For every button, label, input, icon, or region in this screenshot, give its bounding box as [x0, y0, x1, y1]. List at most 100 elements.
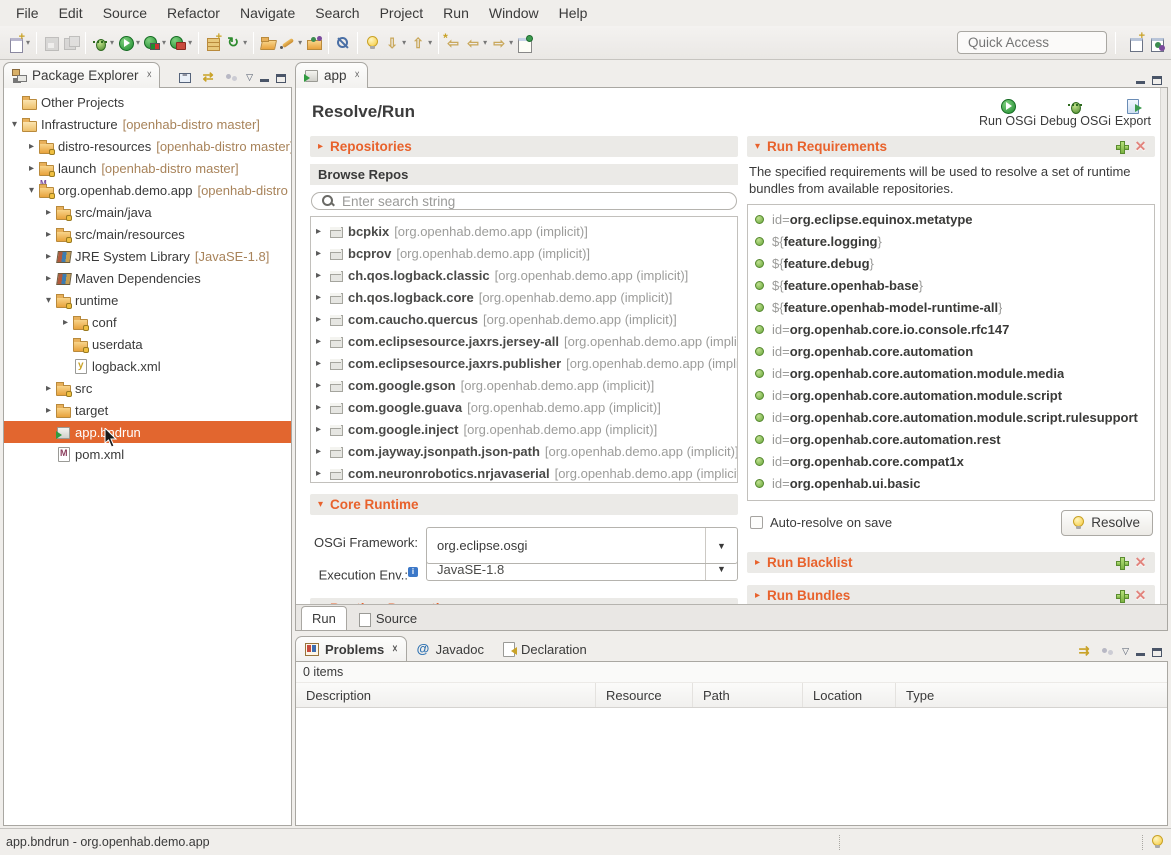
chevron-right-icon[interactable]: ▸	[755, 557, 760, 568]
minimize-icon[interactable]	[1136, 81, 1145, 84]
tree-item-launch[interactable]: ▸launch[openhab-distro master]	[4, 157, 291, 179]
menu-run[interactable]: Run	[433, 1, 479, 25]
column-location[interactable]: Location	[803, 683, 896, 707]
tree-item-distro-resources[interactable]: ▸distro-resources[openhab-distro master]	[4, 135, 291, 157]
debug-button[interactable]: ▾	[90, 33, 116, 53]
run-dropdown[interactable]: ▾	[136, 38, 140, 47]
chevron-right-icon[interactable]: ▸	[755, 590, 760, 601]
section-run-requirements[interactable]: ▾ Run Requirements ✕	[747, 136, 1155, 157]
tree-collapsed-twisty[interactable]: ▸	[316, 380, 328, 391]
view-menu-icon[interactable]: ▽	[1122, 643, 1129, 659]
debug-dropdown[interactable]: ▾	[110, 38, 114, 47]
tree-collapsed-twisty[interactable]: ▸	[42, 405, 55, 416]
add-bundle-icon[interactable]	[1115, 589, 1128, 602]
tree-item-userdata[interactable]: userdata	[4, 333, 291, 355]
menu-edit[interactable]: Edit	[49, 1, 93, 25]
tree-item-other-projects[interactable]: Other Projects	[4, 91, 291, 113]
pin-editor-button[interactable]	[515, 33, 535, 53]
run-button[interactable]: ▾	[116, 33, 142, 53]
repo-item-com-google-inject[interactable]: ▸com.google.inject[org.openhab.demo.app …	[311, 418, 737, 440]
release-workspace-dropdown[interactable]: ▾	[243, 38, 247, 47]
menu-search[interactable]: Search	[305, 1, 369, 25]
requirement-org-openhab-ui-paper[interactable]: id=org.openhab.ui.paper	[755, 495, 1154, 501]
tree-item-app-bndrun[interactable]: app.bndrun	[4, 421, 291, 443]
content-assist-button[interactable]	[362, 33, 382, 53]
tree-item-infrastructure[interactable]: ▾Infrastructure[openhab-distro master]	[4, 113, 291, 135]
requirement-org-openhab-ui-basic[interactable]: id=org.openhab.ui.basic	[755, 473, 1154, 495]
tree-item-jre-system-library[interactable]: ▸JRE System Library[JavaSE-1.8]	[4, 245, 291, 267]
section-core-runtime[interactable]: ▾ Core Runtime	[310, 494, 738, 515]
new-wizard-dropdown[interactable]: ▾	[26, 38, 30, 47]
requirement-feature-openhab-model-runtime-all[interactable]: ${feature.openhab-model-runtime-all}	[755, 297, 1154, 319]
coverage-button[interactable]: ▾	[142, 33, 168, 53]
tree-collapsed-twisty[interactable]: ▸	[42, 273, 55, 284]
forward-button[interactable]: ⇨▾	[489, 33, 515, 53]
tab-javadoc[interactable]: Javadoc	[407, 637, 492, 662]
repo-item-bcprov[interactable]: ▸bcprov[org.openhab.demo.app (implicit)]	[311, 242, 737, 264]
requirement-org-openhab-core-automation-rest[interactable]: id=org.openhab.core.automation.rest	[755, 429, 1154, 451]
tree-collapsed-twisty[interactable]: ▸	[316, 424, 328, 435]
tree-collapsed-twisty[interactable]: ▸	[316, 468, 328, 479]
auto-resolve-checkbox[interactable]	[750, 516, 763, 529]
column-type[interactable]: Type	[896, 683, 1167, 707]
tree-item-maven-dependencies[interactable]: ▸Maven Dependencies	[4, 267, 291, 289]
osgi-framework-combo[interactable]: org.eclipse.osgi ▼	[426, 527, 738, 564]
repo-search[interactable]	[311, 192, 737, 210]
toggle-mark-occurrences-button[interactable]	[333, 33, 353, 53]
new-wizard-button[interactable]: ▾	[6, 33, 32, 53]
page-tab-source[interactable]: Source	[348, 607, 427, 630]
tree-expanded-twisty[interactable]: ▾	[8, 119, 21, 130]
repo-item-com-neuronrobotics-nrjavaserial[interactable]: ▸com.neuronrobotics.nrjavaserial[org.ope…	[311, 462, 737, 483]
menu-source[interactable]: Source	[93, 1, 157, 25]
remove-blacklist-icon[interactable]: ✕	[1134, 556, 1147, 569]
repo-item-bcpkix[interactable]: ▸bcpkix[org.openhab.demo.app (implicit)]	[311, 220, 737, 242]
add-blacklist-icon[interactable]	[1115, 556, 1128, 569]
requirement-org-openhab-core-automation-module-script-rulesupport[interactable]: id=org.openhab.core.automation.module.sc…	[755, 407, 1154, 429]
collapse-all-icon[interactable]	[177, 69, 193, 85]
tree-collapsed-twisty[interactable]: ▸	[25, 163, 38, 174]
chevron-down-icon[interactable]: ▼	[705, 528, 737, 563]
package-explorer-tab[interactable]: Package Explorer ☓	[3, 62, 160, 88]
requirement-feature-openhab-base[interactable]: ${feature.openhab-base}	[755, 275, 1154, 297]
repo-item-ch-qos-logback-core[interactable]: ▸ch.qos.logback.core[org.openhab.demo.ap…	[311, 286, 737, 308]
tree-item-src[interactable]: ▸src	[4, 377, 291, 399]
tree-collapsed-twisty[interactable]: ▸	[316, 314, 328, 325]
close-icon[interactable]: ☓	[392, 644, 397, 655]
export-button[interactable]: Export	[1113, 98, 1153, 128]
remove-bundle-icon[interactable]: ✕	[1134, 589, 1147, 602]
menu-refactor[interactable]: Refactor	[157, 1, 230, 25]
chevron-down-icon[interactable]: ▾	[755, 141, 760, 152]
coverage-dropdown[interactable]: ▾	[162, 38, 166, 47]
page-tab-run[interactable]: Run	[301, 606, 347, 630]
open-task-dropdown[interactable]: ▾	[298, 38, 302, 47]
previous-annotation-dropdown[interactable]: ▾	[428, 38, 432, 47]
column-description[interactable]: Description	[296, 683, 596, 707]
repo-item-com-google-gson[interactable]: ▸com.google.gson[org.openhab.demo.app (i…	[311, 374, 737, 396]
requirement-org-openhab-core-automation-module-media[interactable]: id=org.openhab.core.automation.module.me…	[755, 363, 1154, 385]
last-edit-location-button[interactable]: ⇦	[443, 33, 463, 53]
chevron-right-icon[interactable]: ▸	[318, 141, 323, 152]
remove-requirement-icon[interactable]: ✕	[1134, 140, 1147, 153]
tree-expanded-twisty[interactable]: ▾	[25, 185, 38, 196]
open-resource-button[interactable]	[304, 33, 324, 53]
chevron-down-icon[interactable]: ▾	[318, 499, 323, 510]
link-with-editor-icon[interactable]: ⇄	[200, 69, 216, 85]
java-perspective-icon[interactable]	[1149, 35, 1165, 51]
release-workspace-button[interactable]: ↻▾	[223, 33, 249, 53]
requirement-org-openhab-core-io-console-rfc147[interactable]: id=org.openhab.core.io.console.rfc147	[755, 319, 1154, 341]
minimize-icon[interactable]	[260, 79, 269, 82]
tree-item-pom-xml[interactable]: pom.xml	[4, 443, 291, 465]
tree-collapsed-twisty[interactable]: ▸	[316, 446, 328, 457]
repo-item-com-eclipsesource-jaxrs-jersey-all[interactable]: ▸com.eclipsesource.jaxrs.jersey-all[org.…	[311, 330, 737, 352]
tree-item-target[interactable]: ▸target	[4, 399, 291, 421]
section-run-bundles[interactable]: ▸ Run Bundles ✕	[747, 585, 1155, 604]
tree-collapsed-twisty[interactable]: ▸	[316, 226, 328, 237]
close-icon[interactable]: ☓	[147, 70, 152, 81]
tree-item-org-openhab-demo-app[interactable]: ▾Morg.openhab.demo.app[openhab-distro	[4, 179, 291, 201]
filter-icon[interactable]: ⇉	[1076, 643, 1092, 659]
column-resource[interactable]: Resource	[596, 683, 693, 707]
forward-dropdown[interactable]: ▾	[509, 38, 513, 47]
maximize-icon[interactable]	[1152, 76, 1162, 85]
next-annotation-button[interactable]: ⇩▾	[382, 33, 408, 53]
quick-access[interactable]	[957, 31, 1107, 54]
